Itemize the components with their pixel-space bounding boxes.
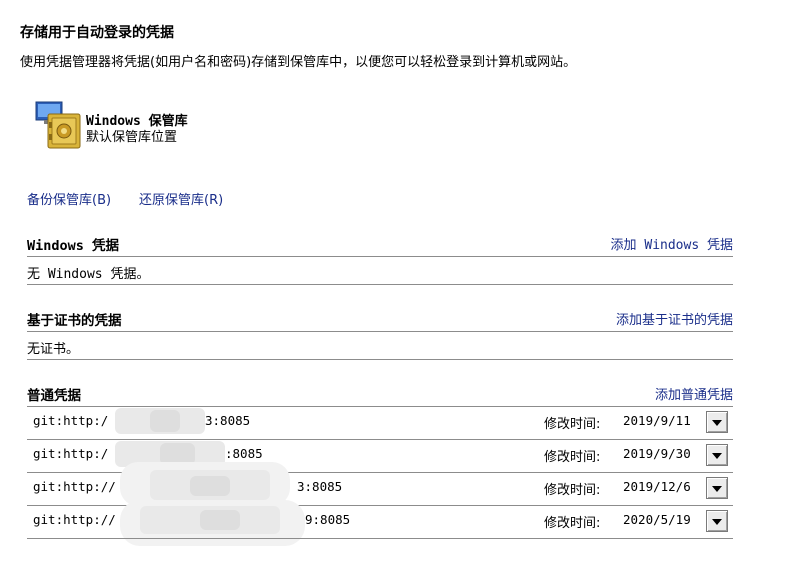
modified-date: 2019/9/11 bbox=[623, 413, 691, 428]
credential-name-prefix: git:http:/ bbox=[33, 446, 109, 461]
generic-credentials-title: 普通凭据 bbox=[27, 388, 81, 404]
credential-name-suffix: 3:8085 bbox=[297, 479, 343, 494]
add-certificate-credential-link[interactable]: 添加基于证书的凭据 bbox=[616, 309, 733, 328]
backup-vault-link[interactable]: 备份保管库(B) bbox=[27, 189, 111, 208]
restore-vault-link[interactable]: 还原保管库(R) bbox=[139, 189, 223, 208]
page-description: 使用凭据管理器将凭据(如用户名和密码)存储到保管库中，以便您可以轻松登录到计算机… bbox=[20, 55, 577, 70]
modified-label: 修改时间: bbox=[544, 516, 601, 531]
credential-name-suffix: 3:8085 bbox=[205, 413, 251, 428]
divider bbox=[27, 256, 733, 257]
modified-label: 修改时间: bbox=[544, 450, 601, 465]
credential-name-suffix: :8085 bbox=[225, 446, 263, 461]
expand-credential-button[interactable] bbox=[706, 411, 728, 433]
divider bbox=[27, 359, 733, 360]
redacted-region bbox=[200, 510, 240, 530]
credential-name-suffix: 9:8085 bbox=[305, 512, 351, 527]
divider bbox=[27, 439, 733, 440]
credential-name-prefix: git:http:/ bbox=[33, 413, 109, 428]
add-windows-credential-link[interactable]: 添加 Windows 凭据 bbox=[611, 234, 733, 253]
modified-date: 2020/5/19 bbox=[623, 512, 691, 527]
modified-label: 修改时间: bbox=[544, 483, 601, 498]
redacted-region bbox=[190, 476, 230, 496]
vault-safe-icon bbox=[34, 100, 86, 152]
divider bbox=[27, 284, 733, 285]
expand-credential-button[interactable] bbox=[706, 510, 728, 532]
add-generic-credential-link[interactable]: 添加普通凭据 bbox=[655, 384, 733, 403]
modified-label: 修改时间: bbox=[544, 417, 601, 432]
chevron-down-icon bbox=[712, 519, 722, 525]
expand-credential-button[interactable] bbox=[706, 444, 728, 466]
chevron-down-icon bbox=[712, 486, 722, 492]
page-title: 存储用于自动登录的凭据 bbox=[20, 25, 174, 41]
expand-credential-button[interactable] bbox=[706, 477, 728, 499]
divider bbox=[27, 406, 733, 407]
certificate-credentials-empty: 无证书。 bbox=[27, 342, 80, 357]
modified-date: 2019/9/30 bbox=[623, 446, 691, 461]
windows-credentials-empty: 无 Windows 凭据。 bbox=[27, 267, 150, 282]
redacted-region bbox=[150, 410, 180, 432]
divider bbox=[27, 538, 733, 539]
credential-name-prefix: git:http:// bbox=[33, 512, 116, 527]
divider bbox=[27, 331, 733, 332]
certificate-credentials-title: 基于证书的凭据 bbox=[27, 313, 122, 329]
modified-date: 2019/12/6 bbox=[623, 479, 691, 494]
chevron-down-icon bbox=[712, 420, 722, 426]
vault-subtitle: 默认保管库位置 bbox=[86, 130, 178, 145]
credential-name-prefix: git:http:// bbox=[33, 479, 116, 494]
chevron-down-icon bbox=[712, 453, 722, 459]
windows-credentials-title: Windows 凭据 bbox=[27, 238, 120, 254]
